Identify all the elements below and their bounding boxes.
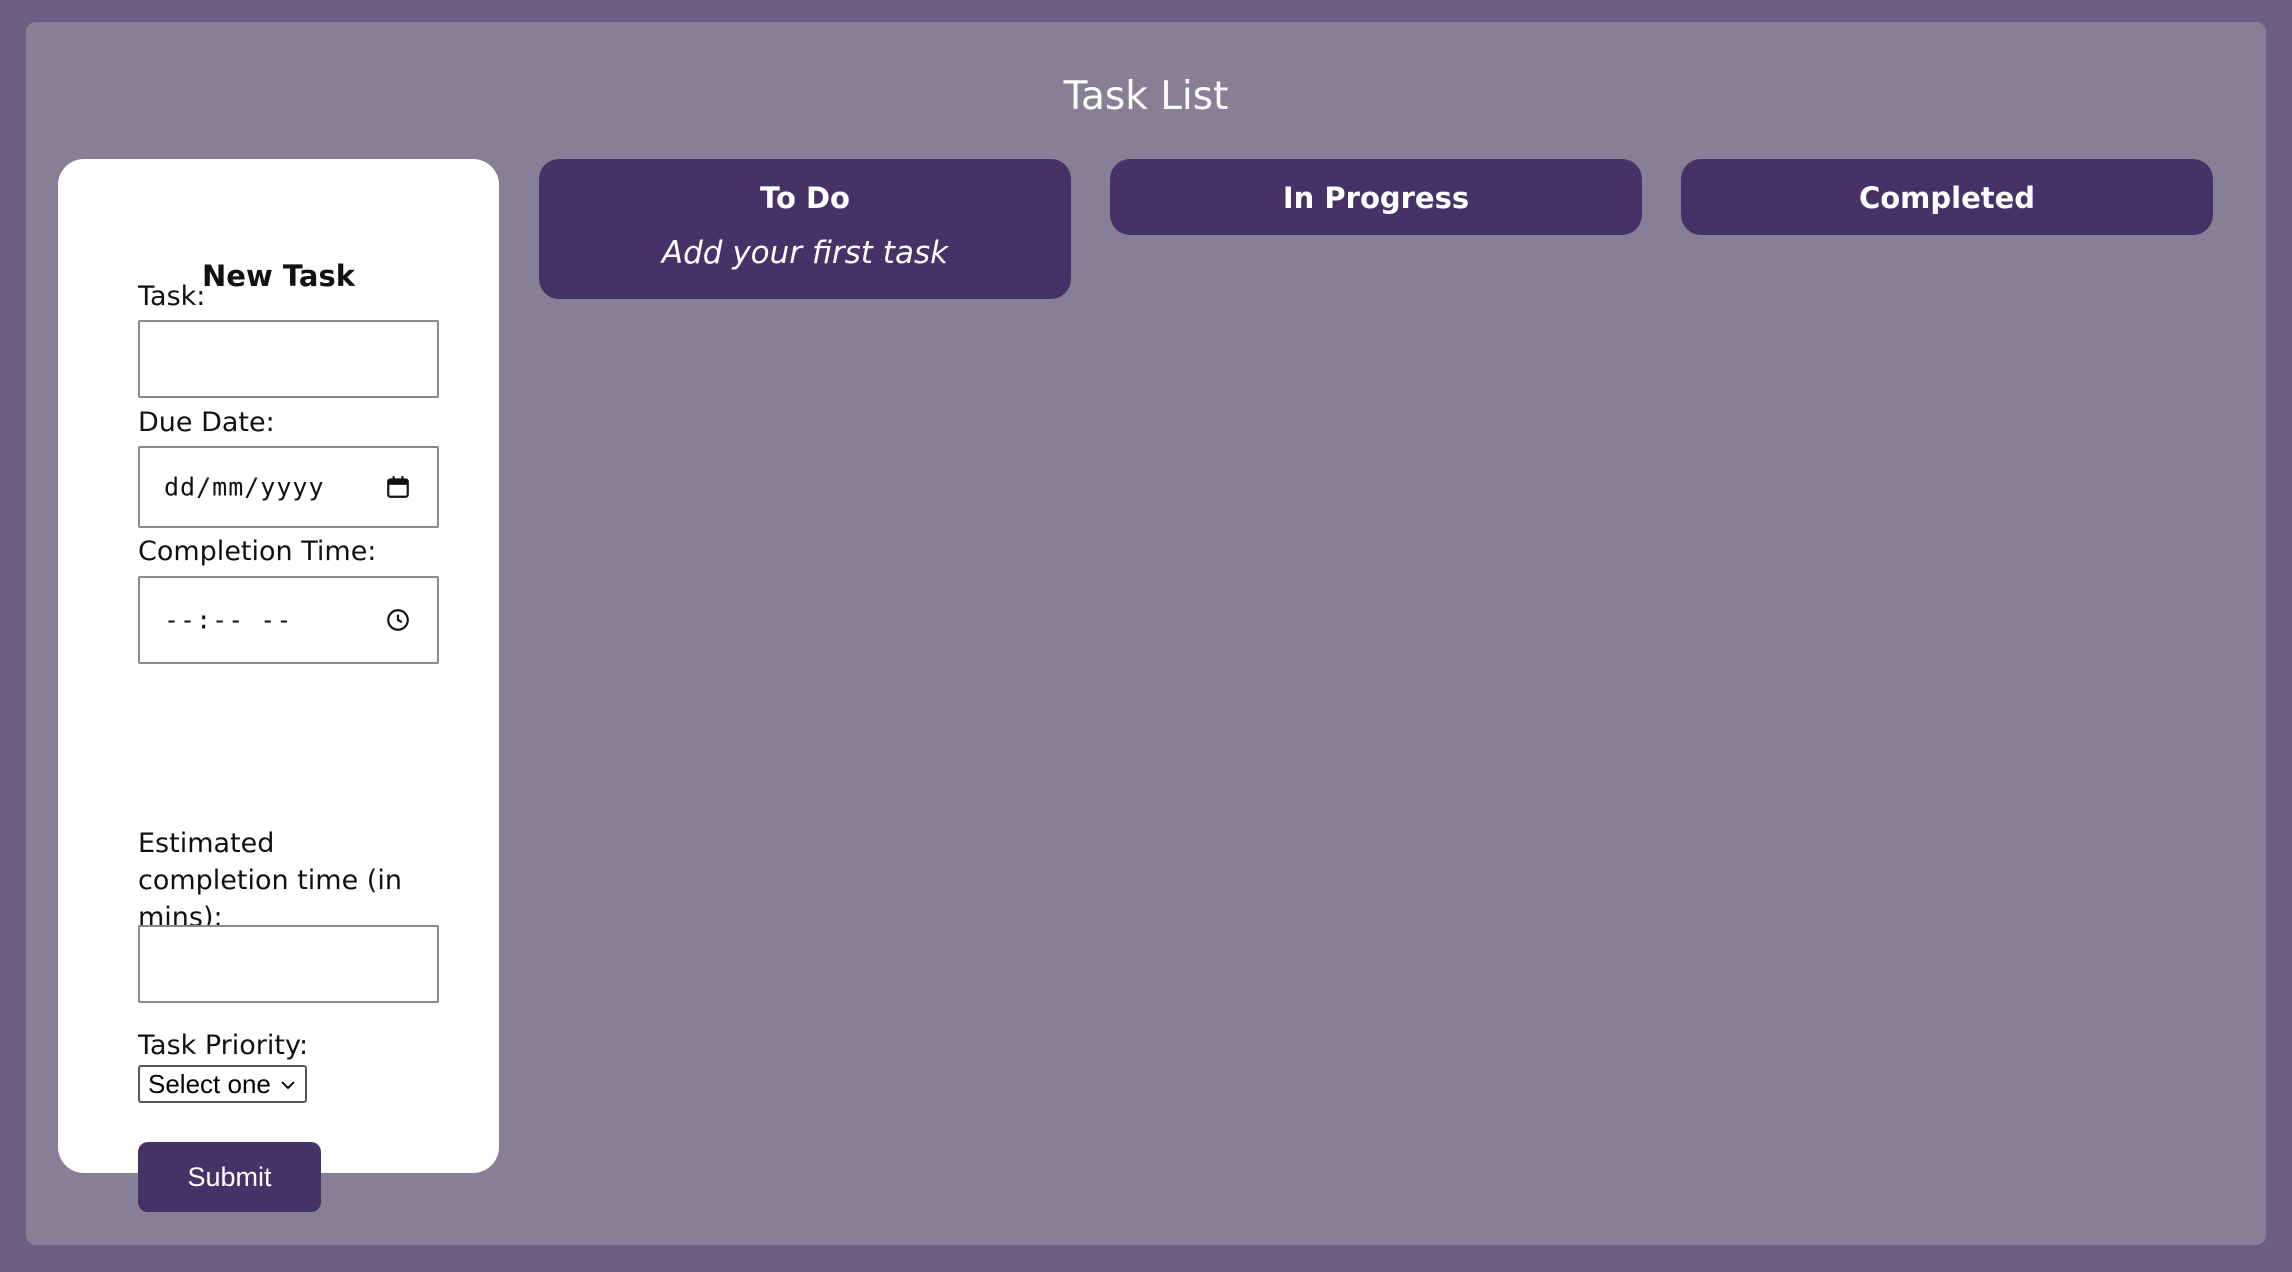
completion-time-input[interactable]: --:-- -- [138, 576, 439, 664]
priority-select[interactable]: Select one [138, 1065, 307, 1103]
app-container: Task List New Task Task: Due Date: dd/mm… [26, 22, 2266, 1245]
column-completed: Completed [1681, 159, 2213, 235]
column-title: Completed [1858, 181, 2036, 215]
due-date-placeholder: dd/mm/yyyy [164, 472, 325, 502]
estimate-label: Estimated completion time (in mins): [138, 828, 402, 933]
completion-time-placeholder: --:-- -- [164, 605, 293, 635]
empty-column-message: Add your first task [661, 235, 949, 271]
due-date-label: Due Date: [138, 407, 275, 438]
new-task-form: New Task Task: Due Date: dd/mm/yyyy Comp… [58, 159, 499, 1212]
submit-button[interactable]: Submit [138, 1142, 321, 1212]
estimate-input[interactable] [140, 927, 437, 1001]
due-date-input[interactable]: dd/mm/yyyy [138, 446, 439, 528]
task-input[interactable] [140, 322, 437, 396]
completion-time-label: Completion Time: [138, 536, 377, 567]
priority-selected-value: Select one [148, 1068, 271, 1099]
chevron-down-icon [281, 1081, 295, 1090]
task-label: Task: [138, 281, 206, 312]
column-title: In Progress [1282, 181, 1470, 215]
task-input-box [138, 320, 439, 398]
clock-icon[interactable] [385, 607, 411, 633]
column-to-do: To Do Add your first task [539, 159, 1071, 299]
estimate-input-box [138, 925, 439, 1003]
calendar-icon[interactable] [385, 474, 411, 500]
priority-label: Task Priority: [138, 1030, 309, 1061]
page-title: Task List [1063, 74, 1229, 119]
column-title: To Do [760, 181, 850, 215]
column-in-progress: In Progress [1110, 159, 1642, 235]
